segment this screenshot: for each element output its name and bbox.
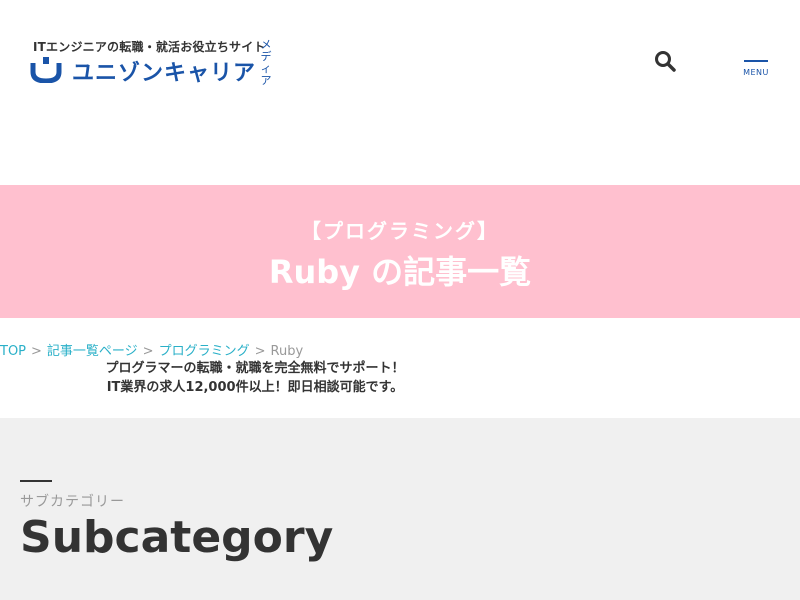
section-heading-jp: サブカテゴリー	[20, 494, 125, 510]
logo-sub: メディア	[260, 38, 272, 87]
section-heading: Subcategory	[20, 512, 334, 563]
breadcrumb-articles[interactable]: 記事一覧ページ	[47, 344, 138, 359]
breadcrumb-programming[interactable]: プログラミング	[159, 344, 250, 359]
site-header: ITエンジニアの転職・就活お役立ちサイト ユニゾンキャリア メディア MENU	[0, 0, 800, 185]
section-divider	[20, 480, 52, 482]
search-button[interactable]	[652, 48, 678, 74]
breadcrumb-current: Ruby	[270, 344, 304, 359]
breadcrumb-separator: >	[254, 344, 266, 359]
breadcrumb-separator: >	[31, 344, 42, 359]
category-hero: 【プログラミング】 Ruby の記事一覧	[0, 185, 800, 318]
logo-mark-icon	[30, 57, 62, 83]
hero-category: 【プログラミング】	[301, 219, 499, 243]
site-logo[interactable]: ITエンジニアの転職・就活お役立ちサイト ユニゾンキャリア メディア	[30, 38, 280, 88]
logo-name: ユニゾンキャリア	[72, 61, 257, 86]
search-icon	[655, 51, 676, 72]
menu-label: MENU	[743, 68, 769, 77]
breadcrumb: TOP > 記事一覧ページ > プログラミング > Ruby	[0, 340, 303, 359]
menu-button[interactable]: MENU	[738, 56, 774, 80]
logo-tagline: ITエンジニアの転職・就活お役立ちサイト	[33, 40, 266, 54]
breadcrumb-separator: >	[142, 344, 154, 359]
promo-text[interactable]: プログラマーの転職・就職を完全無料でサポート！ IT業界の求人12,000件以上…	[0, 359, 510, 397]
hamburger-icon	[744, 60, 768, 62]
promo-line-2: IT業界の求人12,000件以上！即日相談可能です。	[106, 380, 404, 395]
promo-line-1: プログラマーの転職・就職を完全無料でサポート！	[105, 361, 405, 376]
page-title: Ruby の記事一覧	[268, 253, 532, 291]
breadcrumb-top[interactable]: TOP	[0, 344, 26, 359]
subcategory-section: サブカテゴリー Subcategory	[0, 418, 800, 600]
